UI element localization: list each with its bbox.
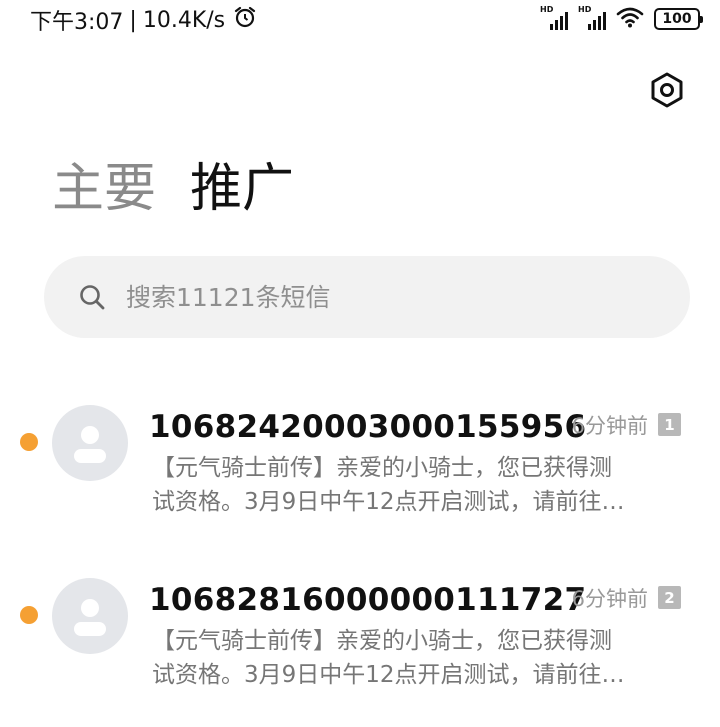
sender-number: 10682420003000155956 [149, 409, 587, 445]
avatar [52, 578, 128, 654]
settings-hexagon-icon [649, 72, 685, 112]
message-preview-line-1: 【元气骑士前传】亲爱的小骑士，您已获得测 [152, 628, 612, 654]
sim1-signal-icon: HD [540, 5, 568, 30]
avatar [52, 405, 128, 481]
person-icon [74, 426, 106, 463]
message-time: 6分钟前 [571, 587, 648, 611]
status-left: 下午3:07 | 10.4K/s [30, 4, 257, 36]
network-speed: 10.4K/s [142, 7, 226, 33]
message-item[interactable]: 10682816000000111727 6分钟前 2 【元气骑士前传】亲爱的小… [0, 568, 720, 718]
sim2-signal-icon: HD [578, 5, 606, 30]
settings-button[interactable] [647, 72, 687, 112]
alarm-clock-icon [233, 5, 257, 35]
message-item[interactable]: 10682420003000155956 6分钟前 1 【元气骑士前传】亲爱的小… [0, 395, 720, 545]
sim2-hd-label: HD [578, 5, 592, 14]
status-bar: 下午3:07 | 10.4K/s HD HD 100 [0, 0, 720, 36]
search-bar[interactable] [44, 256, 690, 338]
person-icon [74, 599, 106, 636]
message-preview-line-2: 试资格。3月9日中午12点开启测试，请前往… [152, 489, 625, 515]
unread-dot [20, 606, 38, 624]
message-preview-line-2: 试资格。3月9日中午12点开启测试，请前往… [152, 662, 625, 688]
sim-badge: 2 [658, 586, 681, 609]
sim1-hd-label: HD [540, 5, 554, 14]
sender-number: 10682816000000111727 [149, 582, 587, 618]
message-time: 6分钟前 [571, 414, 648, 438]
status-separator: | [129, 7, 137, 33]
wifi-icon [616, 6, 644, 32]
unread-dot [20, 433, 38, 451]
status-right: HD HD 100 [540, 5, 703, 32]
message-preview: 【元气骑士前传】亲爱的小骑士，您已获得测 试资格。3月9日中午12点开启测试，请… [152, 624, 672, 692]
search-icon [78, 282, 108, 312]
category-tabs: 主要 推广 [52, 152, 294, 226]
messages-app-screen: 下午3:07 | 10.4K/s HD HD 100 主要 推广 搜索11121… [0, 0, 720, 727]
status-time: 下午3:07 [30, 10, 124, 35]
tab-promotions[interactable]: 推广 [190, 152, 294, 226]
sim-badge: 1 [658, 413, 681, 436]
tab-main[interactable]: 主要 [52, 152, 156, 226]
search-input[interactable] [126, 282, 646, 312]
battery-indicator: 100 [654, 8, 703, 30]
message-preview-line-1: 【元气骑士前传】亲爱的小骑士，您已获得测 [152, 455, 612, 481]
message-preview: 【元气骑士前传】亲爱的小骑士，您已获得测 试资格。3月9日中午12点开启测试，请… [152, 451, 672, 519]
